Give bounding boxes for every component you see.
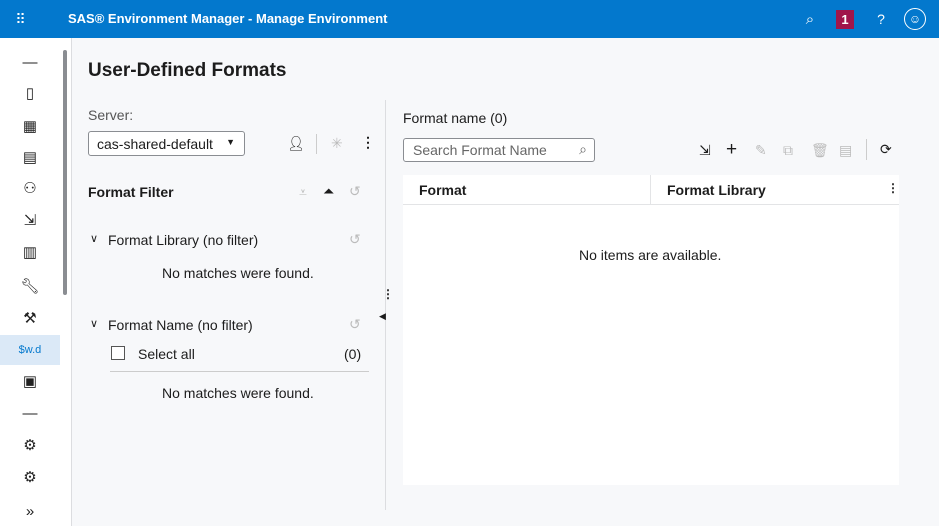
divider: [316, 134, 317, 154]
config-icon[interactable]: ⚙: [12, 463, 48, 491]
collapse-all-icon[interactable]: ⏶: [323, 183, 334, 200]
chevron-down-icon[interactable]: ∨: [90, 232, 98, 245]
wrench-icon[interactable]: 🔧︎: [12, 272, 48, 300]
table-empty-message: No items are available.: [579, 247, 722, 263]
divider: [110, 371, 369, 372]
new-icon: ✳: [331, 135, 343, 151]
expand-sidebar-button[interactable]: »: [12, 497, 48, 525]
properties-icon: ▤: [839, 142, 853, 158]
app-title: SAS® Environment Manager - Manage Enviro…: [68, 11, 388, 26]
add-icon[interactable]: +: [726, 139, 737, 161]
reset-icon: ↺: [349, 316, 361, 332]
users-icon[interactable]: ⚇: [12, 174, 48, 202]
user-favorite-icon[interactable]: 👤︎: [287, 135, 305, 152]
table-icon[interactable]: ▦: [12, 112, 48, 140]
edit-icon: ✎: [755, 142, 767, 158]
delete-icon: 🗑︎: [811, 142, 829, 158]
server-label: Server:: [88, 107, 134, 123]
gear-icon[interactable]: ⚙: [12, 431, 48, 459]
app-menu-icon[interactable]: ⠿: [10, 10, 30, 28]
select-all-count: (0): [344, 346, 362, 362]
sidebar: — ▯ ▦ ▤ ⚇ ⇲ ▥ 🔧︎ ⚒ $w.d ▣ — ⚙ ⚙ »: [0, 38, 72, 526]
divider: —: [22, 53, 38, 71]
server-dropdown[interactable]: cas-shared-default ▼: [88, 131, 245, 156]
column-options-icon[interactable]: ⋮: [887, 181, 899, 195]
report-icon[interactable]: ▥: [12, 238, 48, 266]
format-count-label: Format name (0): [403, 110, 508, 126]
format-library-section[interactable]: Format Library (no filter): [108, 232, 258, 248]
search-placeholder: Search Format Name: [413, 142, 547, 158]
search-input[interactable]: Search Format Name ⌕: [403, 138, 595, 162]
formats-table: Format Format Library ⋮ No items are ava…: [403, 175, 899, 485]
page-title: User-Defined Formats: [88, 60, 287, 81]
collapse-pane-icon[interactable]: ◀: [379, 311, 386, 322]
table-header: Format Format Library ⋮: [403, 175, 899, 205]
select-all-checkbox[interactable]: [111, 346, 125, 360]
server-icon[interactable]: ▯: [12, 79, 48, 107]
expand-all-icon: ⩡: [299, 184, 307, 200]
import-icon[interactable]: ⇲: [699, 142, 711, 159]
reset-icon: ↺: [349, 231, 361, 247]
user-avatar-icon[interactable]: ☺: [904, 8, 926, 30]
name-empty-message: No matches were found.: [162, 385, 314, 401]
chevron-down-icon: ▼: [226, 137, 235, 147]
import-icon[interactable]: ⇲: [12, 206, 48, 234]
format-filter-title: Format Filter: [88, 184, 174, 200]
library-empty-message: No matches were found.: [162, 265, 314, 281]
chevron-down-icon[interactable]: ∨: [90, 317, 98, 330]
server-value: cas-shared-default: [97, 136, 213, 152]
splitter-handle-icon[interactable]: ⋮: [382, 287, 394, 301]
pane-splitter[interactable]: [385, 100, 386, 510]
notification-badge[interactable]: 1: [836, 10, 854, 29]
help-icon[interactable]: ?: [872, 10, 890, 28]
sidebar-item-formats[interactable]: $w.d: [0, 335, 60, 365]
format-name-section[interactable]: Format Name (no filter): [108, 317, 253, 333]
document-icon[interactable]: ▤: [12, 143, 48, 171]
more-options-icon[interactable]: ⋮: [361, 134, 375, 151]
sidebar-scrollbar[interactable]: [63, 50, 67, 295]
reset-icon: ↺: [349, 183, 361, 199]
search-icon[interactable]: ⌕: [801, 10, 819, 28]
divider: —: [22, 404, 38, 422]
app-header: ⠿ SAS® Environment Manager - Manage Envi…: [0, 0, 939, 38]
column-format[interactable]: Format: [419, 182, 466, 198]
settings-doc-icon[interactable]: ▣: [12, 367, 48, 395]
column-format-library[interactable]: Format Library: [667, 182, 766, 198]
select-all-label[interactable]: Select all: [138, 346, 195, 362]
copy-icon: ⧉: [783, 142, 793, 158]
tools-icon[interactable]: ⚒: [12, 304, 48, 332]
divider: [866, 139, 867, 160]
search-icon: ⌕: [579, 141, 587, 157]
refresh-icon[interactable]: ⟳: [880, 141, 892, 158]
divider: [650, 175, 651, 205]
